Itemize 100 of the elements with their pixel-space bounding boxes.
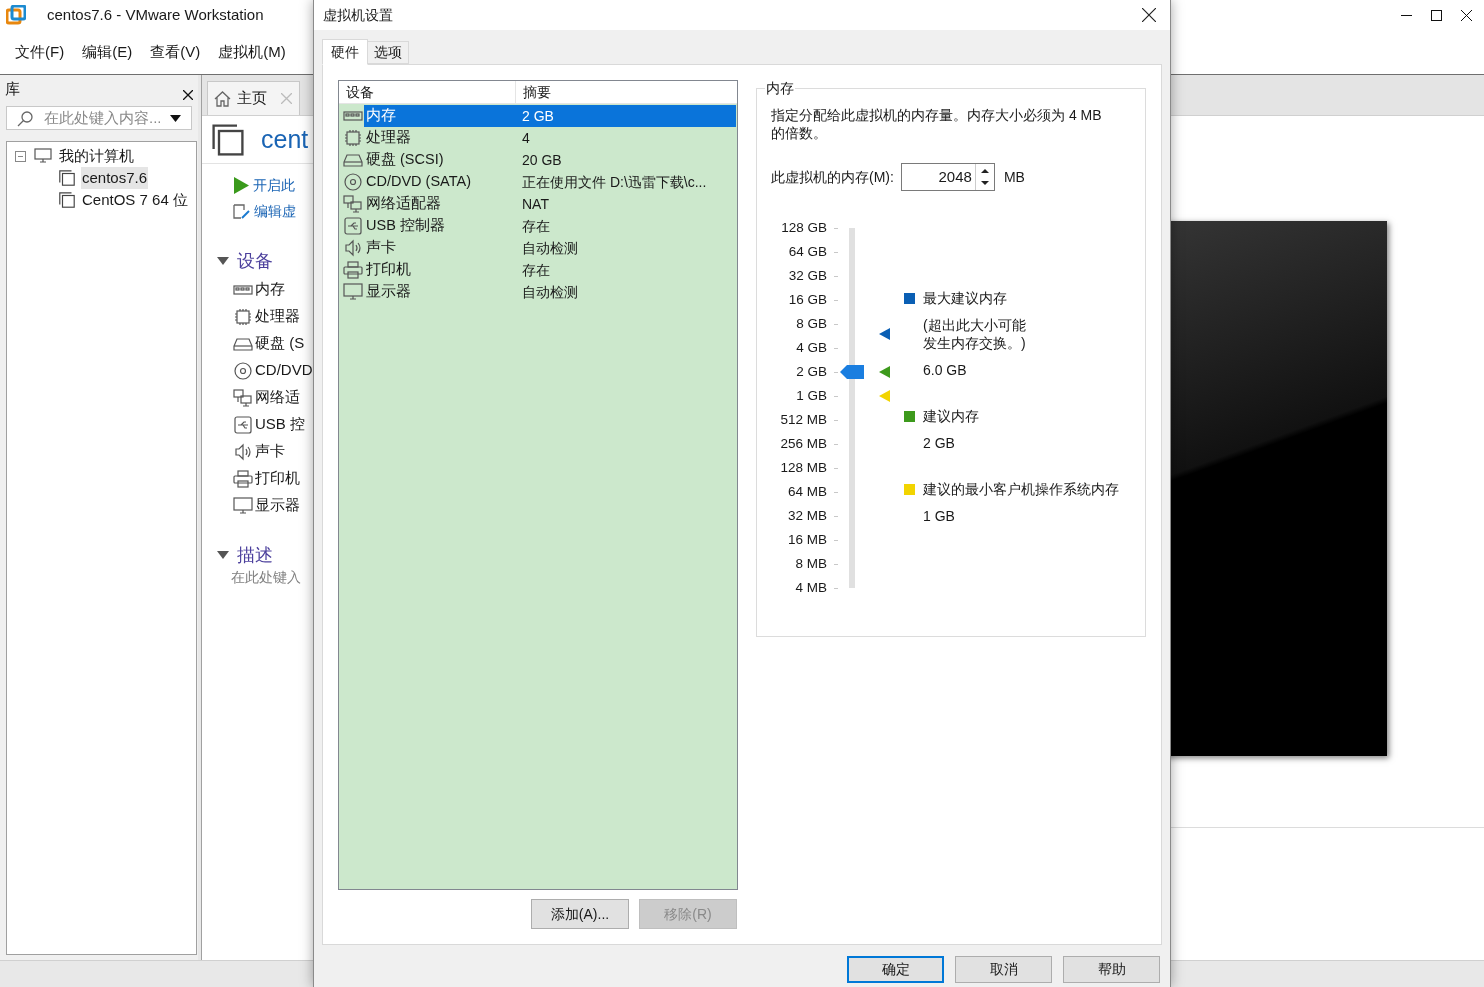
dialog-button[interactable]: 帮助 [1063,956,1160,983]
printer-icon [343,261,363,279]
home-icon [214,90,231,107]
column-header[interactable]: 摘要 [516,81,737,103]
action-link[interactable]: 编辑虚 [254,200,296,222]
table-cell-text: 显示器 [365,282,412,302]
app-logo-icon [6,5,26,25]
tab[interactable]: 硬件 [322,39,368,65]
description-placeholder[interactable]: 在此处键入 [202,567,314,588]
disc-icon [233,361,253,380]
tab[interactable]: 选项 [368,41,409,64]
unit-label: MB [1003,167,1025,187]
menu-item[interactable]: 查看(V) [150,40,201,64]
collapse-icon[interactable] [217,551,229,559]
search-field[interactable]: 在此处键入内容... [6,106,192,130]
legend-value: 2 GB [922,434,956,453]
legend-label: 最大建议内存 [923,289,1007,308]
window-title: centos7.6 - VMware Workstation [47,4,264,25]
column-header[interactable]: 设备 [339,81,516,103]
device-link[interactable]: 硬盘 (S [255,332,305,355]
device-row[interactable]: 处理器 4 [364,127,736,149]
list-action-button[interactable]: 添加(A)... [531,899,629,929]
device-link[interactable]: 显示器 [255,494,300,517]
home-tab[interactable]: 主页 [207,81,300,115]
menu-item[interactable]: 文件(F) [15,40,65,64]
virtual-machine-icon [210,121,246,158]
scale-label: 128 GB [781,218,827,237]
menu-item[interactable]: 编辑(E) [82,40,133,64]
table-cell-text: 2 GB [522,106,554,126]
menu-item[interactable]: 虚拟机(M) [218,40,286,64]
dropdown-arrow-icon[interactable] [170,114,181,122]
table-cell-text: 正在使用文件 D:\迅雷下载\c... [522,172,707,192]
scale-label: 256 MB [780,434,827,453]
device-row[interactable]: 内存 2 GB [364,105,736,127]
device-link[interactable]: 声卡 [255,440,285,463]
edit-icon [233,202,250,220]
device-link[interactable]: CD/DVD [255,359,313,382]
device-row[interactable]: 网络适配器 NAT [364,193,736,215]
table-cell-text: 打印机 [365,260,412,280]
speaker-icon [233,442,253,461]
speaker-icon [343,239,363,257]
monitor-icon [233,496,253,515]
field-label: 此虚拟机的内存(M): [771,167,894,187]
play-icon [233,176,249,194]
description-text: 的倍数。 [771,124,828,142]
memory-field[interactable]: 2048 [901,164,975,190]
scale-label: 8 MB [795,554,827,573]
scale-label: 4 MB [795,578,827,597]
device-row[interactable]: 声卡 自动检测 [364,237,736,259]
table-cell-text: 存在 [522,216,550,236]
device-link[interactable]: USB 控 [255,413,305,436]
close-icon [1460,9,1472,21]
device-link[interactable]: 处理器 [255,305,300,328]
action-link[interactable]: 开启此 [253,174,295,196]
group-title: 内存 [765,80,795,96]
vm-title: cent [261,123,309,155]
chip-icon [233,307,253,326]
scale-label: 1 GB [796,386,827,405]
computer-icon [34,148,52,164]
scale-label: 8 GB [796,314,827,333]
table-cell-text: USB 控制器 [365,216,446,236]
dialog-button[interactable]: 取消 [955,956,1052,983]
network-icon [343,195,363,213]
device-row[interactable]: 显示器 自动检测 [364,281,736,303]
device-row[interactable]: 硬盘 (SCSI) 20 GB [364,149,736,171]
legend-label: 建议内存 [923,407,979,426]
tree-item[interactable]: 我的计算机 [58,144,135,168]
device-link[interactable]: 打印机 [255,467,300,490]
collapse-icon[interactable] [217,257,229,265]
legend-value: 6.0 GB [922,361,968,380]
legend-label: 建议的最小客户机操作系统内存 [923,480,1119,499]
device-link[interactable]: 内存 [255,278,285,301]
scale-label: 64 MB [787,482,827,501]
table-cell-text: 自动检测 [522,238,578,258]
tree-item[interactable]: centos7.6 [81,166,149,190]
panel-title: 库 [5,78,20,99]
search-icon [17,109,34,127]
scale-label: 64 GB [788,242,827,261]
device-row[interactable]: CD/DVD (SATA) 正在使用文件 D:\迅雷下载\c... [364,171,736,193]
dialog-button[interactable]: 确定 [847,956,944,983]
device-row[interactable]: USB 控制器 存在 [364,215,736,237]
legend-value: 1 GB [922,507,956,526]
scale-label: 512 MB [780,410,827,429]
tree-item[interactable]: CentOS 7 64 位 [81,188,189,212]
slider-thumb[interactable] [840,365,864,379]
description-text: 指定分配给此虚拟机的内存量。内存大小必须为 4 MB [771,106,1103,124]
device-row[interactable]: 打印机 存在 [364,259,736,281]
usb-icon [343,217,363,235]
scale-label: 4 GB [796,338,827,357]
close-icon[interactable] [183,90,193,100]
table-cell-text: 内存 [365,106,397,126]
legend-note: 发生内存交换。) [923,334,1027,352]
dialog-title: 虚拟机设置 [323,5,393,25]
disc-icon [343,173,363,191]
monitor-icon [343,283,363,301]
scale-label: 16 GB [788,290,827,309]
collapse-icon[interactable] [15,150,26,162]
device-link[interactable]: 网络适 [255,386,300,409]
memory-spin-field[interactable]: 2048 [900,163,995,191]
usb-icon [233,415,253,434]
